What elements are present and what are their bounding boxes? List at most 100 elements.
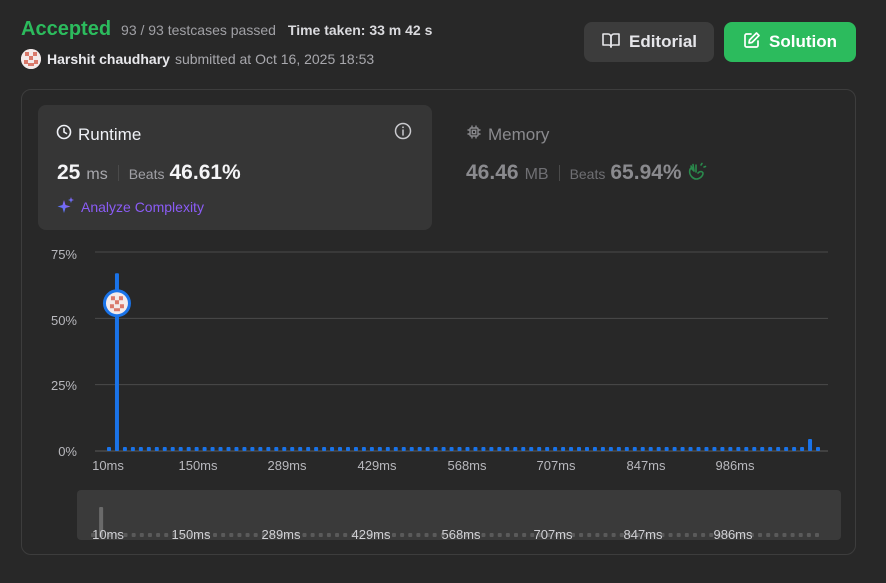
bar[interactable]: [696, 447, 701, 451]
bar[interactable]: [457, 447, 462, 451]
bar[interactable]: [640, 447, 645, 451]
bar[interactable]: [481, 447, 486, 451]
bar[interactable]: [656, 447, 661, 451]
bar[interactable]: [401, 447, 406, 451]
navigator-bar: [668, 533, 673, 537]
bar[interactable]: [688, 447, 693, 451]
bar[interactable]: [162, 447, 167, 451]
bar[interactable]: [250, 447, 255, 451]
bar[interactable]: [425, 447, 430, 451]
user-avatar-marker[interactable]: [102, 289, 131, 318]
bar[interactable]: [409, 447, 414, 451]
bar[interactable]: [393, 447, 398, 451]
bar[interactable]: [154, 447, 159, 451]
username-link[interactable]: Harshit chaudhary: [47, 51, 170, 67]
bar[interactable]: [377, 447, 382, 451]
bar[interactable]: [202, 447, 207, 451]
bar[interactable]: [338, 447, 343, 451]
bar[interactable]: [497, 447, 502, 451]
bar[interactable]: [704, 447, 709, 451]
bar[interactable]: [569, 447, 574, 451]
bar[interactable]: [146, 447, 151, 451]
bar[interactable]: [138, 447, 143, 451]
bar[interactable]: [218, 447, 223, 451]
bar[interactable]: [107, 447, 111, 451]
bar[interactable]: [760, 447, 765, 451]
bar[interactable]: [290, 447, 295, 451]
bar[interactable]: [298, 447, 303, 451]
bar[interactable]: [752, 447, 757, 451]
bar[interactable]: [178, 447, 183, 451]
bar[interactable]: [776, 447, 781, 451]
bar[interactable]: [449, 447, 454, 451]
navigator-tick-label: 847ms: [623, 527, 663, 542]
bar[interactable]: [672, 447, 677, 451]
range-navigator[interactable]: 10ms 150ms 289ms 429ms 568ms 707ms 847ms…: [77, 490, 841, 542]
bar[interactable]: [226, 447, 231, 451]
bar[interactable]: [529, 447, 534, 451]
bar[interactable]: [608, 447, 613, 451]
bar[interactable]: [194, 447, 199, 451]
bar[interactable]: [784, 447, 789, 451]
bar[interactable]: [266, 447, 271, 451]
bar[interactable]: [314, 447, 319, 451]
bar[interactable]: [369, 447, 374, 451]
bar[interactable]: [258, 447, 263, 451]
bar[interactable]: [505, 447, 510, 451]
avatar[interactable]: [21, 49, 41, 69]
bar[interactable]: [473, 447, 478, 451]
bar[interactable]: [537, 447, 542, 451]
bar[interactable]: [584, 447, 589, 451]
bar[interactable]: [680, 447, 685, 451]
bar[interactable]: [768, 447, 773, 451]
bar[interactable]: [234, 447, 239, 451]
bar[interactable]: [632, 447, 637, 451]
bar[interactable]: [306, 447, 311, 451]
bar[interactable]: [130, 447, 135, 451]
bar[interactable]: [417, 447, 422, 451]
editorial-button[interactable]: Editorial: [584, 22, 714, 62]
bar[interactable]: [210, 447, 215, 451]
bar[interactable]: [330, 447, 335, 451]
bar[interactable]: [433, 447, 438, 451]
bar[interactable]: [720, 447, 725, 451]
bar[interactable]: [521, 447, 526, 451]
bar[interactable]: [561, 447, 566, 451]
bar[interactable]: [648, 447, 653, 451]
bar[interactable]: [616, 447, 621, 451]
bar[interactable]: [353, 447, 358, 451]
runtime-distribution-chart[interactable]: [22, 90, 857, 490]
solution-button[interactable]: Solution: [724, 22, 856, 62]
bar[interactable]: [122, 447, 127, 451]
navigator-bar: [318, 533, 323, 537]
navigator-bar: [684, 533, 689, 537]
bar[interactable]: [816, 447, 820, 451]
bar[interactable]: [465, 447, 470, 451]
bar[interactable]: [664, 447, 669, 451]
bar[interactable]: [600, 447, 605, 451]
bar[interactable]: [361, 447, 366, 451]
bar[interactable]: [728, 447, 733, 451]
bar[interactable]: [624, 447, 629, 451]
bar[interactable]: [170, 447, 175, 451]
bar[interactable]: [282, 447, 287, 451]
bar[interactable]: [242, 447, 247, 451]
bar[interactable]: [274, 447, 279, 451]
bar[interactable]: [322, 447, 327, 451]
bar[interactable]: [808, 439, 813, 451]
bar[interactable]: [592, 447, 597, 451]
bar[interactable]: [186, 447, 191, 451]
bar[interactable]: [545, 447, 550, 451]
bar[interactable]: [712, 447, 717, 451]
bar[interactable]: [489, 447, 494, 451]
bar[interactable]: [553, 447, 558, 451]
bar[interactable]: [441, 447, 446, 451]
bar[interactable]: [577, 447, 582, 451]
bar[interactable]: [345, 447, 350, 451]
bar[interactable]: [736, 447, 741, 451]
bar[interactable]: [792, 447, 797, 451]
bar[interactable]: [800, 447, 805, 451]
bar[interactable]: [744, 447, 749, 451]
bar[interactable]: [513, 447, 518, 451]
bar[interactable]: [385, 447, 390, 451]
